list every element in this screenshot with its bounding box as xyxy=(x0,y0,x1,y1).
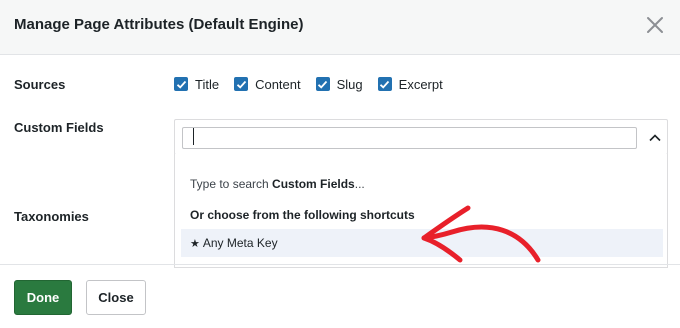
custom-fields-label: Custom Fields xyxy=(14,120,104,135)
source-title-checkbox[interactable]: Title xyxy=(174,77,219,92)
checkbox-checked-icon xyxy=(315,77,330,91)
star-icon: ★ xyxy=(190,237,200,250)
source-content-checkbox[interactable]: Content xyxy=(234,77,301,92)
source-excerpt-checkbox[interactable]: Excerpt xyxy=(377,76,443,92)
source-content-label: Content xyxy=(255,76,301,92)
source-slug-checkbox[interactable]: Slug xyxy=(315,76,363,92)
checkbox-checked-icon xyxy=(377,77,392,91)
source-slug-label: Slug xyxy=(336,76,363,92)
dialog-header: Manage Page Attributes (Default Engine) xyxy=(0,0,680,55)
checkbox-checked-icon xyxy=(174,77,188,91)
close-button[interactable]: Close xyxy=(86,280,146,315)
done-button[interactable]: Done xyxy=(14,280,72,315)
source-title-label: Title xyxy=(195,76,220,92)
dialog-title: Manage Page Attributes (Default Engine) xyxy=(14,16,304,33)
footer-divider xyxy=(0,264,680,265)
sources-label: Sources xyxy=(14,77,66,92)
custom-fields-dropdown: Type to search Custom Fields... Or choos… xyxy=(174,154,668,268)
custom-fields-search-input[interactable] xyxy=(182,127,637,149)
sources-checkbox-group: Title Content Slug Excerpt xyxy=(174,75,458,93)
text-cursor xyxy=(193,128,194,145)
custom-fields-select[interactable] xyxy=(174,119,668,155)
taxonomies-label: Taxonomies xyxy=(14,209,89,224)
any-meta-key-option[interactable]: ★ Any Meta Key xyxy=(181,229,663,257)
any-meta-key-label: Any Meta Key xyxy=(202,236,278,250)
checkbox-checked-icon xyxy=(234,77,249,91)
search-hint: Type to search Custom Fields... xyxy=(190,177,365,191)
shortcuts-heading: Or choose from the following shortcuts xyxy=(190,208,415,222)
close-icon[interactable] xyxy=(642,12,668,38)
chevron-up-icon[interactable] xyxy=(645,128,665,148)
source-excerpt-label: Excerpt xyxy=(398,76,443,92)
